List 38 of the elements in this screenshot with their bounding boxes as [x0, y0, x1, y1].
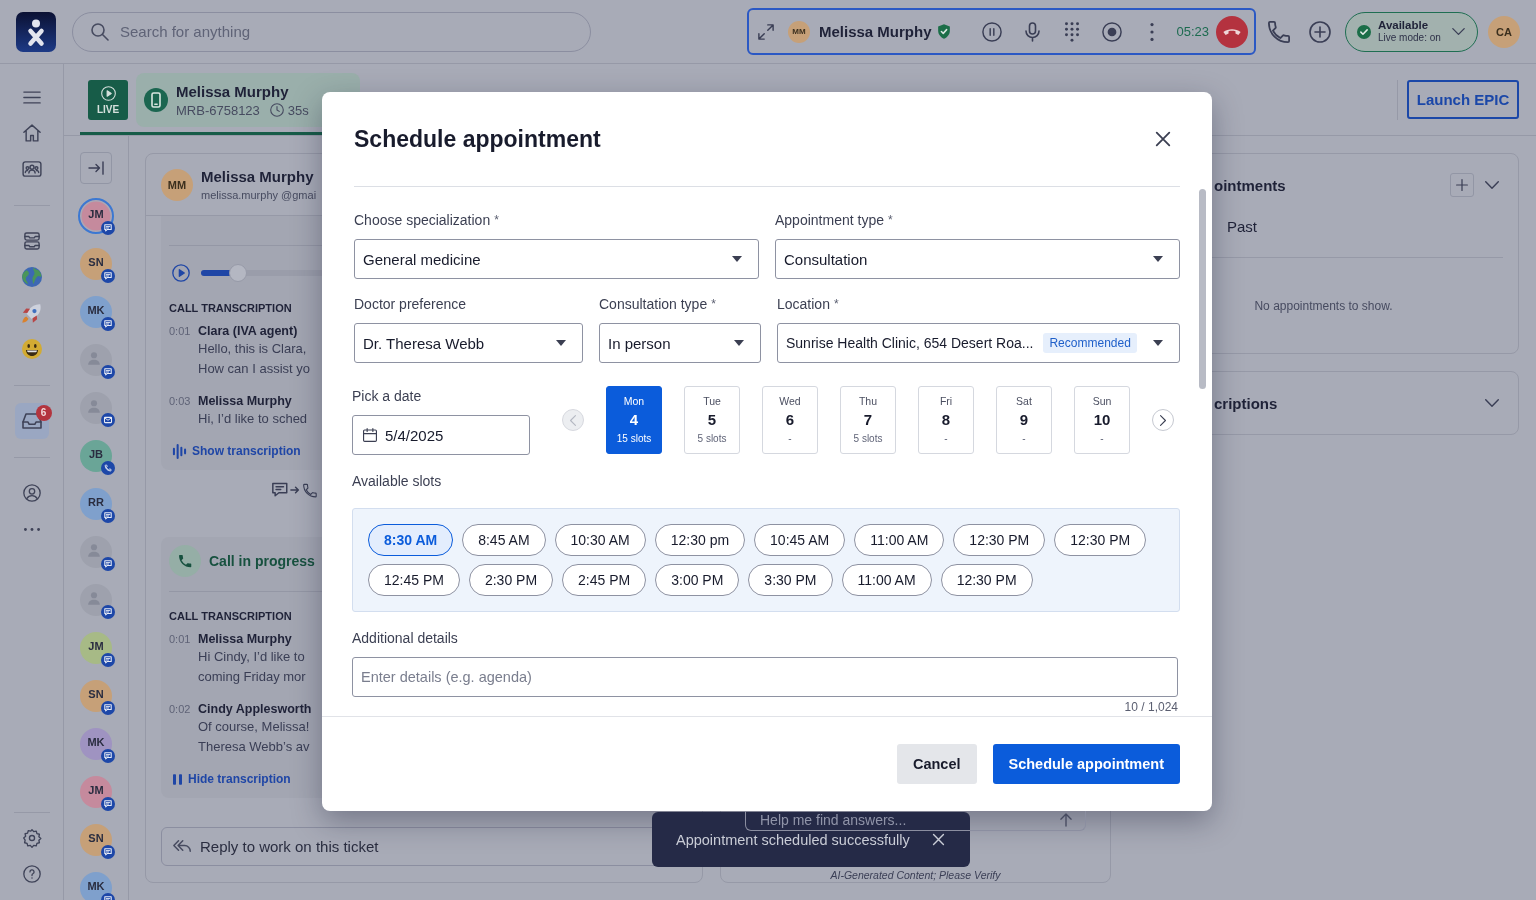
caller-name: Melissa Murphy — [819, 23, 932, 40]
speaker-name: Melissa Murphy — [198, 631, 292, 647]
call-timer: 05:23 — [1176, 24, 1209, 39]
dialog-title: Schedule appointment — [354, 125, 601, 153]
panel-title: ointments — [1214, 176, 1286, 194]
message-text: Hello, this is Clara, How can I assist yo — [198, 340, 310, 378]
field-label: Appointment type * — [775, 211, 893, 229]
caller-avatar: MM — [788, 20, 810, 43]
message-text: Hi, I’d like to sched — [198, 410, 308, 428]
empty-message: No appointments to show. — [1254, 298, 1393, 313]
timestamp: 0:02 — [169, 702, 192, 717]
field-label: Pick a date — [352, 387, 422, 405]
field-label: Consultation type * — [599, 295, 716, 313]
section-heading: CALL TRANSCRIPTION — [169, 609, 292, 623]
disclaimer-text: AI-Generated Content; Please Verify — [830, 869, 1001, 881]
speaker-name: Clara (IVA agent) — [198, 323, 298, 339]
panel-title: criptions — [1214, 394, 1278, 412]
unread-count-badge: 6 — [35, 405, 52, 421]
character-count: 10 / 1,024 — [1124, 701, 1178, 714]
timestamp: 0:01 — [169, 632, 192, 647]
contact-email: melissa.murphy @gmai — [201, 189, 317, 201]
field-label: Choose specialization * — [354, 211, 499, 229]
field-label: Available slots — [352, 472, 442, 490]
section-heading: CALL TRANSCRIPTION — [169, 301, 292, 315]
field-label: Doctor preference — [354, 295, 467, 313]
field-label: Location * — [777, 295, 839, 313]
call-status: Call in progress — [209, 553, 315, 569]
speaker-name: Cindy Applesworth — [198, 701, 312, 717]
live-label: LIVE — [96, 103, 120, 115]
message-text: Of course, Melissa! Theresa Webb’s av — [198, 718, 310, 756]
timestamp: 0:01 — [169, 324, 192, 339]
speaker-name: Melissa Murphy — [198, 393, 292, 409]
timestamp: 0:03 — [169, 394, 192, 409]
contact-avatar: MM — [161, 168, 193, 201]
contact-name: Melissa Murphy — [201, 168, 314, 185]
field-label: Additional details — [352, 629, 458, 647]
message-text: Hi Cindy, I’d like to coming Friday mor — [198, 648, 306, 686]
recommendation-tag: Recommended — [1043, 333, 1137, 353]
